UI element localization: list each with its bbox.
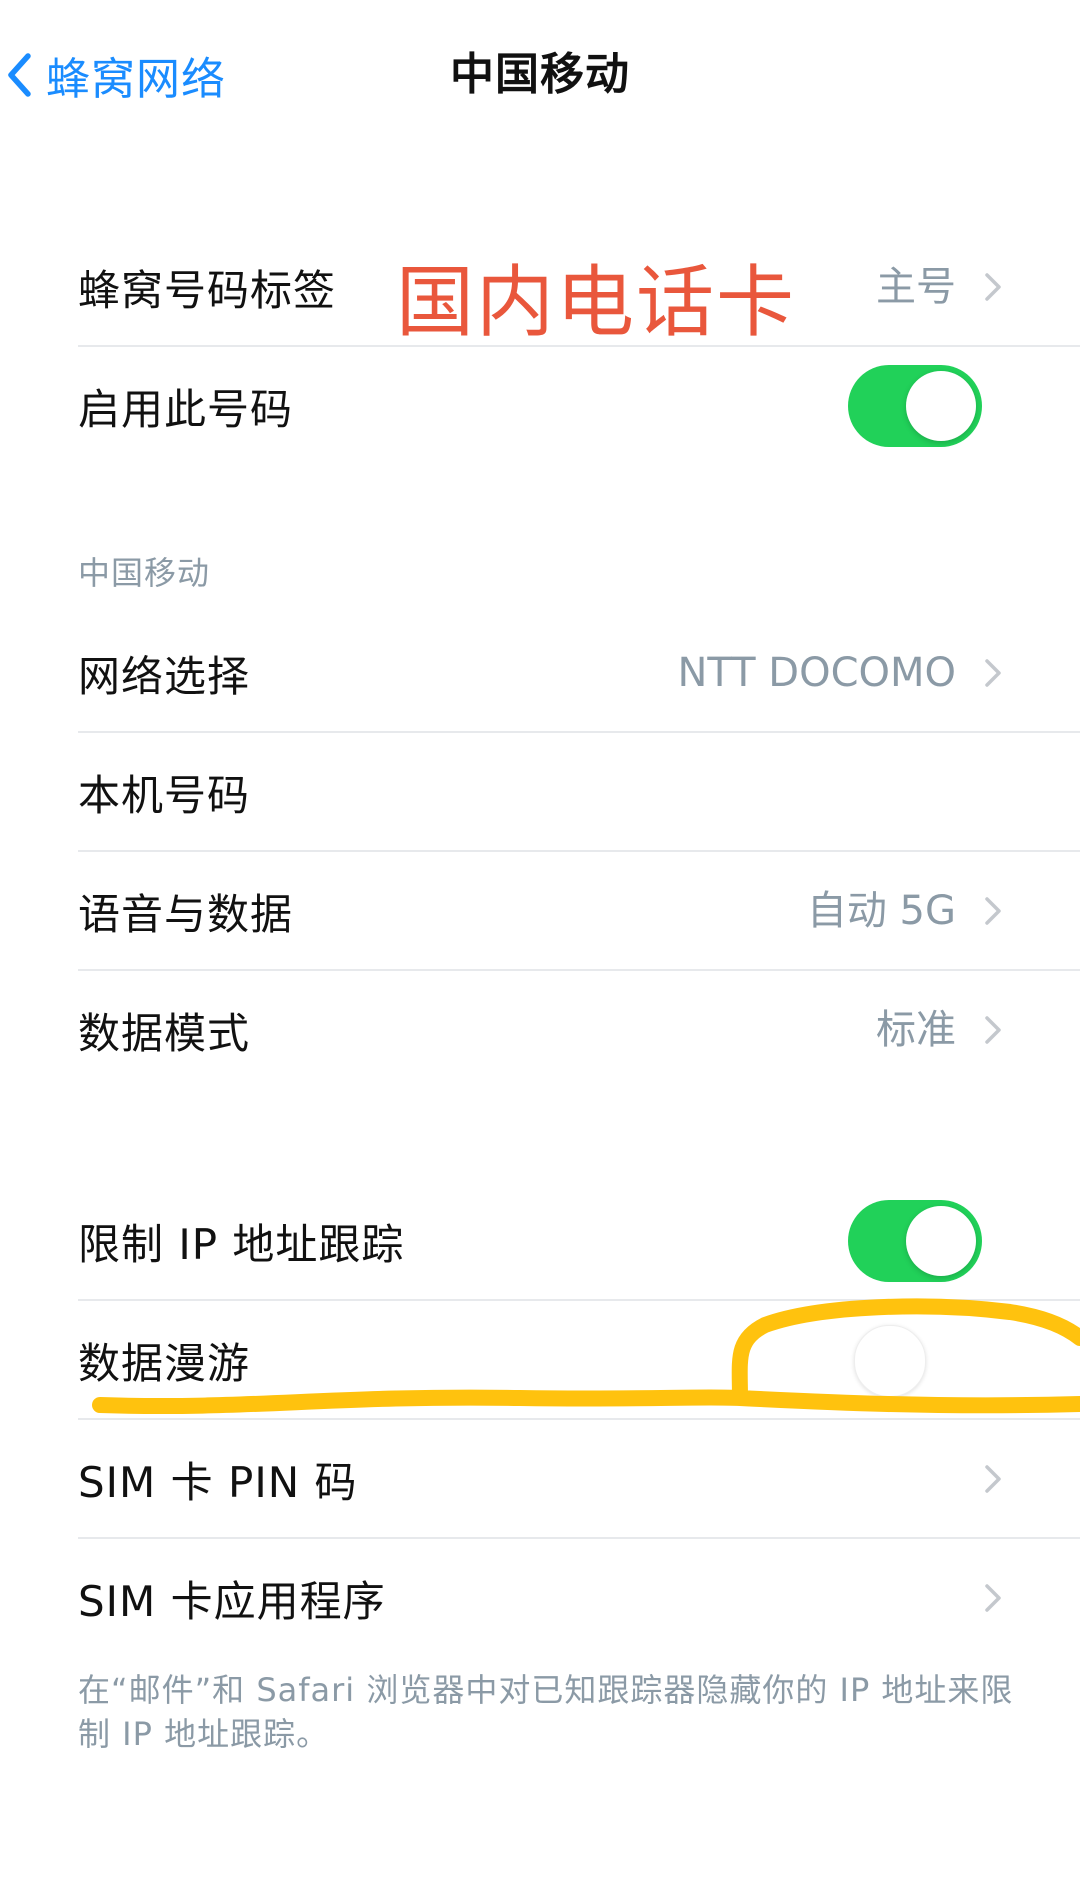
- voice-data-row[interactable]: 语音与数据 自动 5G: [78, 852, 1058, 970]
- enable-number-toggle[interactable]: [848, 365, 982, 447]
- chevron-right-icon: [985, 1584, 1001, 1612]
- limit-ip-tracking-row: 限制 IP 地址跟踪: [78, 1182, 1058, 1300]
- network-selection-row[interactable]: 网络选择 NTT DOCOMO: [78, 614, 1058, 732]
- data-mode-value: 标准: [876, 1007, 956, 1053]
- network-selection-value: NTT DOCOMO: [677, 650, 957, 696]
- limit-ip-tracking-label: 限制 IP 地址跟踪: [78, 1219, 405, 1269]
- sim-pin-row[interactable]: SIM 卡 PIN 码: [78, 1420, 1058, 1538]
- my-number-row[interactable]: 本机号码: [78, 733, 1058, 851]
- data-mode-label: 数据模式: [78, 1008, 251, 1058]
- enable-number-row: 启用此号码: [78, 347, 1058, 465]
- enable-number-label: 启用此号码: [78, 384, 294, 434]
- navigation-bar: 蜂窝网络 中国移动: [0, 0, 1080, 150]
- chevron-right-icon: [985, 659, 1001, 687]
- toggle-knob: [906, 1206, 976, 1276]
- section-header: 中国移动: [78, 554, 211, 592]
- network-selection-label: 网络选择: [78, 651, 251, 701]
- handwritten-annotation: 国内电话卡: [396, 258, 797, 348]
- page-title: 中国移动: [450, 49, 630, 100]
- sim-applications-row[interactable]: SIM 卡应用程序: [78, 1539, 1058, 1657]
- chevron-right-icon: [985, 897, 1001, 925]
- sim-pin-label: SIM 卡 PIN 码: [78, 1457, 358, 1507]
- my-number-label: 本机号码: [78, 770, 251, 820]
- chevron-right-icon: [985, 273, 1001, 301]
- voice-data-value: 自动 5G: [806, 888, 956, 934]
- chevron-right-icon: [985, 1465, 1001, 1493]
- limit-ip-tracking-toggle[interactable]: [848, 1200, 982, 1282]
- data-roaming-toggle[interactable]: [848, 1319, 982, 1401]
- footer-note: 在“邮件”和 Safari 浏览器中对已知跟踪器隐藏你的 IP 地址来限制 IP…: [78, 1671, 1014, 1753]
- data-roaming-row: 数据漫游: [78, 1301, 1058, 1419]
- cellular-plan-label-value: 主号: [876, 264, 956, 310]
- sim-applications-label: SIM 卡应用程序: [78, 1576, 386, 1626]
- data-roaming-label: 数据漫游: [78, 1338, 251, 1388]
- toggle-knob: [906, 371, 976, 441]
- voice-data-label: 语音与数据: [78, 889, 294, 939]
- chevron-right-icon: [985, 1016, 1001, 1044]
- cellular-plan-label-label: 蜂窝号码标签: [78, 265, 337, 315]
- toggle-knob: [854, 1325, 926, 1397]
- data-mode-row[interactable]: 数据模式 标准: [78, 971, 1058, 1089]
